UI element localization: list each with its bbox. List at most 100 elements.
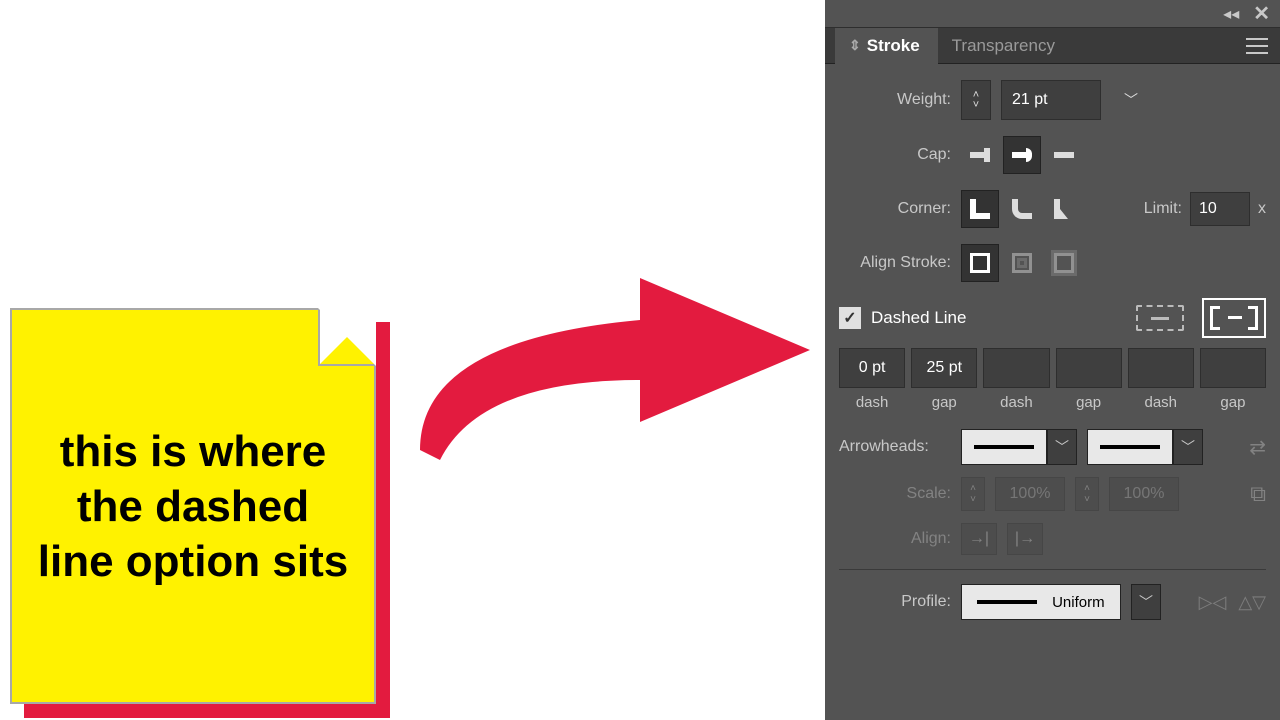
profile-label: Profile: <box>839 593 951 611</box>
chevron-down-icon: ﹀ <box>1181 437 1195 457</box>
profile-value: Uniform <box>1052 594 1105 611</box>
arrowhead-scale-row: Scale: ˄˅ 100% ˄˅ 100% ⧉ <box>839 477 1266 511</box>
dashed-line-row: ✓ Dashed Line <box>839 298 1266 338</box>
gap-label-3: gap <box>1220 394 1245 411</box>
align-stroke-inside-button <box>1003 244 1041 282</box>
chevron-down-icon: ˅ <box>973 100 979 110</box>
corner-label: Corner: <box>839 200 951 218</box>
note-fold-corner <box>318 308 376 366</box>
profile-dropdown[interactable]: ﹀ <box>1131 584 1161 620</box>
profile-swatch[interactable]: Uniform <box>961 584 1121 620</box>
align-inside-icon <box>1012 253 1032 273</box>
align-stroke-center-button[interactable] <box>961 244 999 282</box>
tab-transparency-label: Transparency <box>952 36 1055 56</box>
align-center-icon <box>970 253 990 273</box>
arrowhead-align-label: Align: <box>839 530 951 548</box>
arrowhead-start-swatch[interactable] <box>961 429 1047 465</box>
weight-dropdown[interactable]: ﹀ <box>1111 80 1151 120</box>
dash-mode-group <box>1128 298 1266 338</box>
scale-end-stepper: ˄˅ <box>1075 477 1099 511</box>
dash-align-corners-button[interactable] <box>1202 298 1266 338</box>
align-ah-extend-button: →| <box>961 523 997 555</box>
align-ah-tip-button: |→ <box>1007 523 1043 555</box>
corner-button-group <box>961 190 1083 228</box>
cap-label: Cap: <box>839 146 951 164</box>
align-outside-icon <box>1054 253 1074 273</box>
limit-value: 10 <box>1199 200 1217 218</box>
corner-round-icon <box>1012 199 1032 219</box>
flip-horizontal-icon: ▷◁ <box>1199 592 1227 613</box>
panel-tabs: ⇕ Stroke Transparency <box>825 28 1280 64</box>
profile-flip-group: ▷◁ △▽ <box>1199 592 1266 613</box>
arrowhead-align-row: Align: →| |→ <box>839 523 1266 555</box>
scale-start-input: 100% <box>995 477 1065 511</box>
panel-body: Weight: ˄ ˅ 21 pt ﹀ Cap: <box>825 64 1280 626</box>
scale-end-input: 100% <box>1109 477 1179 511</box>
gap-input-3[interactable] <box>1200 348 1266 388</box>
dash-label-3: dash <box>1145 394 1178 411</box>
limit-unit: x <box>1258 200 1266 218</box>
corner-round-button[interactable] <box>1003 190 1041 228</box>
corner-row: Corner: Limit: 10 x <box>839 190 1266 228</box>
scale-label: Scale: <box>839 485 951 503</box>
arrowhead-end-control: ﹀ <box>1087 429 1203 465</box>
arrowhead-start-dropdown[interactable]: ﹀ <box>1047 429 1077 465</box>
gap-input-2[interactable] <box>1056 348 1122 388</box>
profile-line-icon <box>977 600 1037 604</box>
cap-projecting-button[interactable] <box>1045 136 1083 174</box>
panel-titlebar: ◂◂ ✕ <box>825 0 1280 28</box>
dash-label-1: dash <box>856 394 889 411</box>
arrowhead-end-swatch[interactable] <box>1087 429 1173 465</box>
align-stroke-label: Align Stroke: <box>839 254 951 272</box>
align-stroke-group <box>961 244 1083 282</box>
limit-input[interactable]: 10 <box>1190 192 1250 226</box>
corner-miter-button[interactable] <box>961 190 999 228</box>
link-scale-icon: ⧉ <box>1250 481 1266 507</box>
align-stroke-row: Align Stroke: <box>839 244 1266 282</box>
check-icon: ✓ <box>843 308 856 328</box>
corner-miter-icon <box>970 199 990 219</box>
cap-butt-button[interactable] <box>961 136 999 174</box>
corner-bevel-icon <box>1054 199 1074 219</box>
dash-preserve-exact-button[interactable] <box>1128 298 1192 338</box>
annotation-sticky-note: this is where the dashed line option sit… <box>10 308 376 704</box>
divider <box>839 569 1266 570</box>
dash-align-icon <box>1210 306 1258 330</box>
weight-input[interactable]: 21 pt <box>1001 80 1101 120</box>
weight-row: Weight: ˄ ˅ 21 pt ﹀ <box>839 80 1266 120</box>
dashed-line-label: Dashed Line <box>871 308 966 328</box>
dashed-line-checkbox[interactable]: ✓ <box>839 307 861 329</box>
cap-round-button[interactable] <box>1003 136 1041 174</box>
stroke-panel: ◂◂ ✕ ⇕ Stroke Transparency Weight: ˄ ˅ 2… <box>825 0 1280 720</box>
chevron-down-icon: ﹀ <box>1139 592 1153 612</box>
note-text: this is where the dashed line option sit… <box>36 424 350 589</box>
dash-input-3[interactable] <box>1128 348 1194 388</box>
scale-start-stepper: ˄˅ <box>961 477 985 511</box>
close-panel-icon[interactable]: ✕ <box>1253 1 1270 26</box>
swap-arrowheads-icon: ⇄ <box>1249 435 1266 460</box>
arrowhead-end-dropdown[interactable]: ﹀ <box>1173 429 1203 465</box>
align-stroke-outside-button <box>1045 244 1083 282</box>
dash-input-2[interactable] <box>983 348 1049 388</box>
cap-butt-icon <box>970 148 990 162</box>
note-body: this is where the dashed line option sit… <box>10 308 376 704</box>
gap-label-2: gap <box>1076 394 1101 411</box>
tab-stroke[interactable]: ⇕ Stroke <box>835 28 938 64</box>
cap-projecting-icon <box>1054 148 1074 162</box>
tab-transparency[interactable]: Transparency <box>938 28 1073 64</box>
corner-bevel-button[interactable] <box>1045 190 1083 228</box>
arrowheads-row: Arrowheads: ﹀ ﹀ ⇄ <box>839 429 1266 465</box>
collapse-panel-icon[interactable]: ◂◂ <box>1223 4 1239 24</box>
profile-row: Profile: Uniform ﹀ ▷◁ △▽ <box>839 584 1266 620</box>
cap-row: Cap: <box>839 136 1266 174</box>
panel-menu-icon[interactable] <box>1246 38 1268 54</box>
weight-value: 21 pt <box>1012 91 1048 109</box>
pointer-arrow <box>380 260 830 480</box>
gap-input-1[interactable]: 25 pt <box>911 348 977 388</box>
tab-stroke-label: Stroke <box>867 36 920 56</box>
weight-label: Weight: <box>839 91 951 109</box>
dash-input-1[interactable]: 0 pt <box>839 348 905 388</box>
weight-stepper[interactable]: ˄ ˅ <box>961 80 991 120</box>
dash-preserve-icon <box>1136 305 1184 331</box>
cap-button-group <box>961 136 1083 174</box>
